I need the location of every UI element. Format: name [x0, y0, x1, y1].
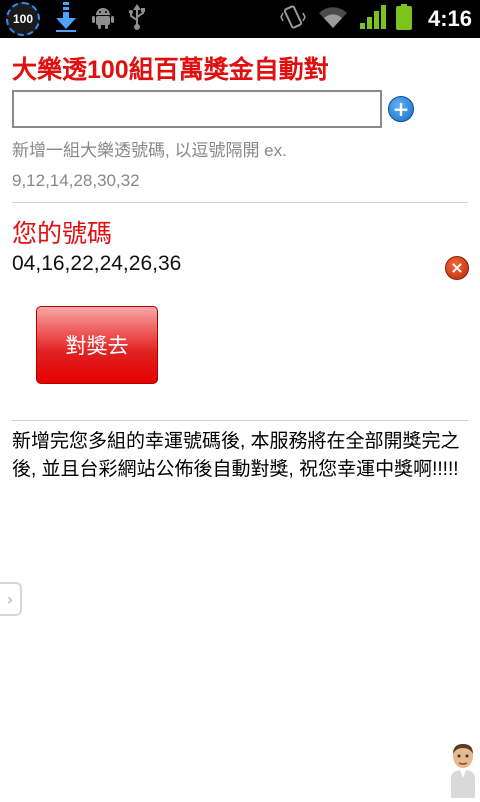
- download-icon: [54, 2, 78, 36]
- check-prize-button[interactable]: 對獎去: [36, 306, 158, 384]
- input-hint: 新增一組大樂透號碼, 以逗號隔開 ex. 9,12,14,28,30,32: [12, 136, 468, 196]
- divider-bottom: [12, 420, 468, 421]
- battery-percent-label: 100: [12, 12, 34, 26]
- hint-line-1: 新增一組大樂透號碼, 以逗號隔開 ex.: [12, 141, 287, 160]
- status-bar-left: 100: [6, 2, 146, 36]
- side-panel-handle-icon[interactable]: ›: [0, 582, 22, 616]
- usb-icon: [128, 4, 146, 34]
- numbers-input[interactable]: [12, 90, 382, 128]
- info-text: 新增完您多組的幸運號碼後, 本服務將在全部開獎完之後, 並且台彩網站公佈後自動對…: [12, 431, 460, 480]
- page-title: 大樂透100組百萬獎金自動對: [12, 56, 329, 84]
- battery-icon: [395, 4, 412, 34]
- list-item: 04,16,22,24,26,36 ×: [12, 252, 469, 282]
- check-prize-label: 對獎去: [65, 335, 129, 358]
- add-number-row: +: [12, 90, 468, 130]
- lottery-number: 04,16,22,24,26,36: [12, 252, 182, 275]
- vibrate-icon: [280, 4, 306, 34]
- divider-top: [12, 202, 468, 203]
- close-circle-icon[interactable]: ×: [445, 256, 469, 280]
- android-debug-icon: [92, 5, 114, 33]
- battery-percent-icon: 100: [6, 2, 40, 36]
- avatar: [448, 742, 478, 798]
- status-bar: 100 4:16: [0, 0, 480, 38]
- clock: 4:16: [427, 6, 472, 31]
- wifi-icon: [318, 5, 348, 33]
- plus-circle-icon[interactable]: +: [388, 96, 414, 122]
- hint-line-2: 9,12,14,28,30,32: [12, 171, 140, 190]
- signal-icon: [359, 5, 386, 33]
- numbers-section-title: 您的號碼: [12, 220, 113, 248]
- status-bar-right: 4:16: [280, 0, 472, 38]
